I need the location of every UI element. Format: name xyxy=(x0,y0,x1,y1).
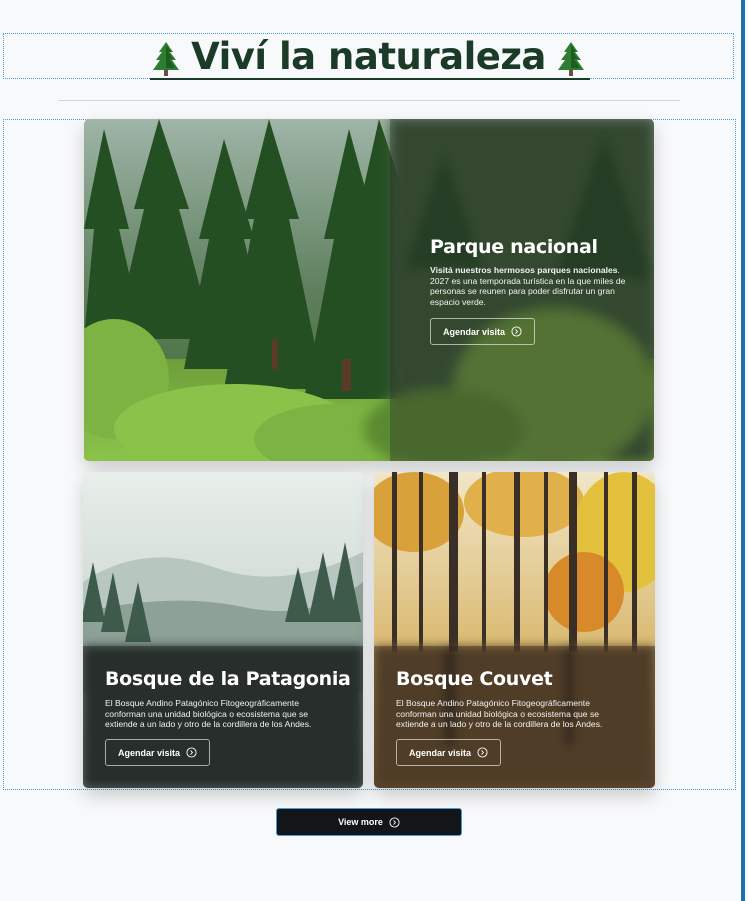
agendar-visita-button[interactable]: Agendar visita xyxy=(396,739,502,766)
card-bosque-couvet: Bosque Couvet El Bosque Andino Patagónic… xyxy=(374,472,655,788)
card-description: Visitá nuestros hermosos parques naciona… xyxy=(430,265,636,307)
button-label: Agendar visita xyxy=(118,747,181,758)
window-edge xyxy=(741,0,745,901)
card-title: Bosque de la Patagonia xyxy=(105,668,351,690)
button-label: Agendar visita xyxy=(409,747,472,758)
title-underline xyxy=(150,78,590,80)
agendar-visita-button[interactable]: Agendar visita xyxy=(105,739,211,766)
button-label: Agendar visita xyxy=(443,326,506,337)
evergreen-tree-icon xyxy=(557,41,584,76)
card-title: Bosque Couvet xyxy=(396,668,553,690)
page-title: Viví la naturaleza xyxy=(4,36,733,78)
arrow-circle-icon xyxy=(186,747,197,758)
card-description: El Bosque Andino Patagónico Fitogeográfi… xyxy=(105,698,312,730)
arrow-circle-icon xyxy=(511,326,522,337)
agendar-visita-button[interactable]: Agendar visita xyxy=(430,318,536,345)
evergreen-tree-icon xyxy=(153,41,180,76)
card-parque-nacional: Parque nacional Visitá nuestros hermosos… xyxy=(84,119,654,461)
card-description-bold: Visitá nuestros hermosos parques naciona… xyxy=(430,265,618,275)
arrow-circle-icon xyxy=(477,747,488,758)
title-container: Viví la naturaleza xyxy=(3,33,734,79)
section-divider xyxy=(58,100,680,101)
view-more-button[interactable]: View more xyxy=(276,808,462,836)
view-more-label: View more xyxy=(338,817,383,827)
page-title-text: Viví la naturaleza xyxy=(191,35,546,78)
arrow-circle-icon xyxy=(389,816,400,828)
card-description: El Bosque Andino Patagónico Fitogeográfi… xyxy=(396,698,603,730)
card-bosque-patagonia: Bosque de la Patagonia El Bosque Andino … xyxy=(83,472,363,788)
card-title: Parque nacional xyxy=(430,236,598,258)
